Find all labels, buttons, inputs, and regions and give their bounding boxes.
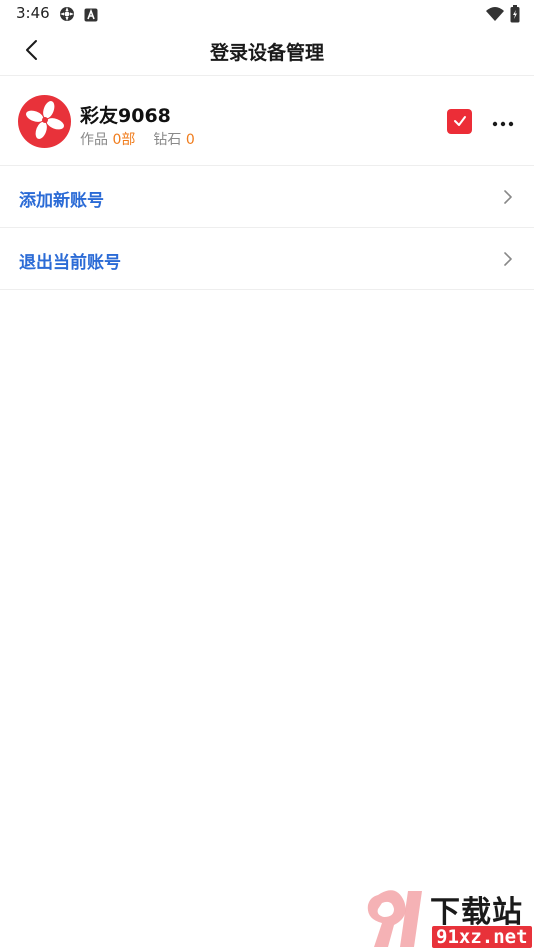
account-name: 彩友9068 bbox=[80, 105, 171, 127]
avatar bbox=[18, 95, 71, 148]
diamonds-value: 0 bbox=[185, 132, 195, 148]
text-a-icon bbox=[84, 7, 98, 26]
status-bar: 3:46 bbox=[0, 0, 534, 28]
watermark-title: 下载站 bbox=[430, 895, 523, 930]
works-label: 作品 bbox=[80, 132, 108, 148]
watermark: 下载站 91xz.net bbox=[360, 885, 534, 950]
status-left-icons bbox=[58, 5, 98, 27]
page-title: 登录设备管理 bbox=[209, 42, 324, 64]
pinwheel-logo-icon bbox=[23, 98, 67, 146]
gear-status-icon bbox=[58, 5, 76, 27]
nav-header: 登录设备管理 bbox=[0, 28, 534, 76]
status-right-icons bbox=[486, 5, 520, 27]
more-options-button[interactable] bbox=[488, 109, 518, 134]
wifi-icon bbox=[486, 6, 504, 26]
works-stat: 作品 0部 bbox=[80, 129, 135, 149]
account-meta: 作品 0部 钻石 0 bbox=[80, 129, 195, 149]
diamonds-stat: 钻石 0 bbox=[153, 129, 194, 149]
battery-icon bbox=[510, 5, 520, 27]
logout-account-label: 退出当前账号 bbox=[19, 253, 121, 273]
diamonds-label: 钻石 bbox=[153, 132, 182, 148]
add-account-row[interactable]: 添加新账号 bbox=[0, 166, 534, 228]
status-time: 3:46 bbox=[16, 4, 50, 22]
more-dots-icon bbox=[492, 112, 514, 131]
selected-checkbox[interactable] bbox=[447, 109, 472, 134]
watermark-domain: 91xz.net bbox=[432, 926, 532, 948]
chevron-right-icon bbox=[502, 188, 514, 206]
checkmark-icon bbox=[453, 112, 467, 131]
chevron-right-icon bbox=[502, 250, 514, 268]
account-card[interactable]: 彩友9068 作品 0部 钻石 0 bbox=[0, 76, 534, 166]
add-account-label: 添加新账号 bbox=[19, 191, 104, 211]
watermark-logo-icon bbox=[360, 885, 430, 950]
logout-account-row[interactable]: 退出当前账号 bbox=[0, 228, 534, 290]
works-value: 0部 bbox=[112, 132, 136, 148]
